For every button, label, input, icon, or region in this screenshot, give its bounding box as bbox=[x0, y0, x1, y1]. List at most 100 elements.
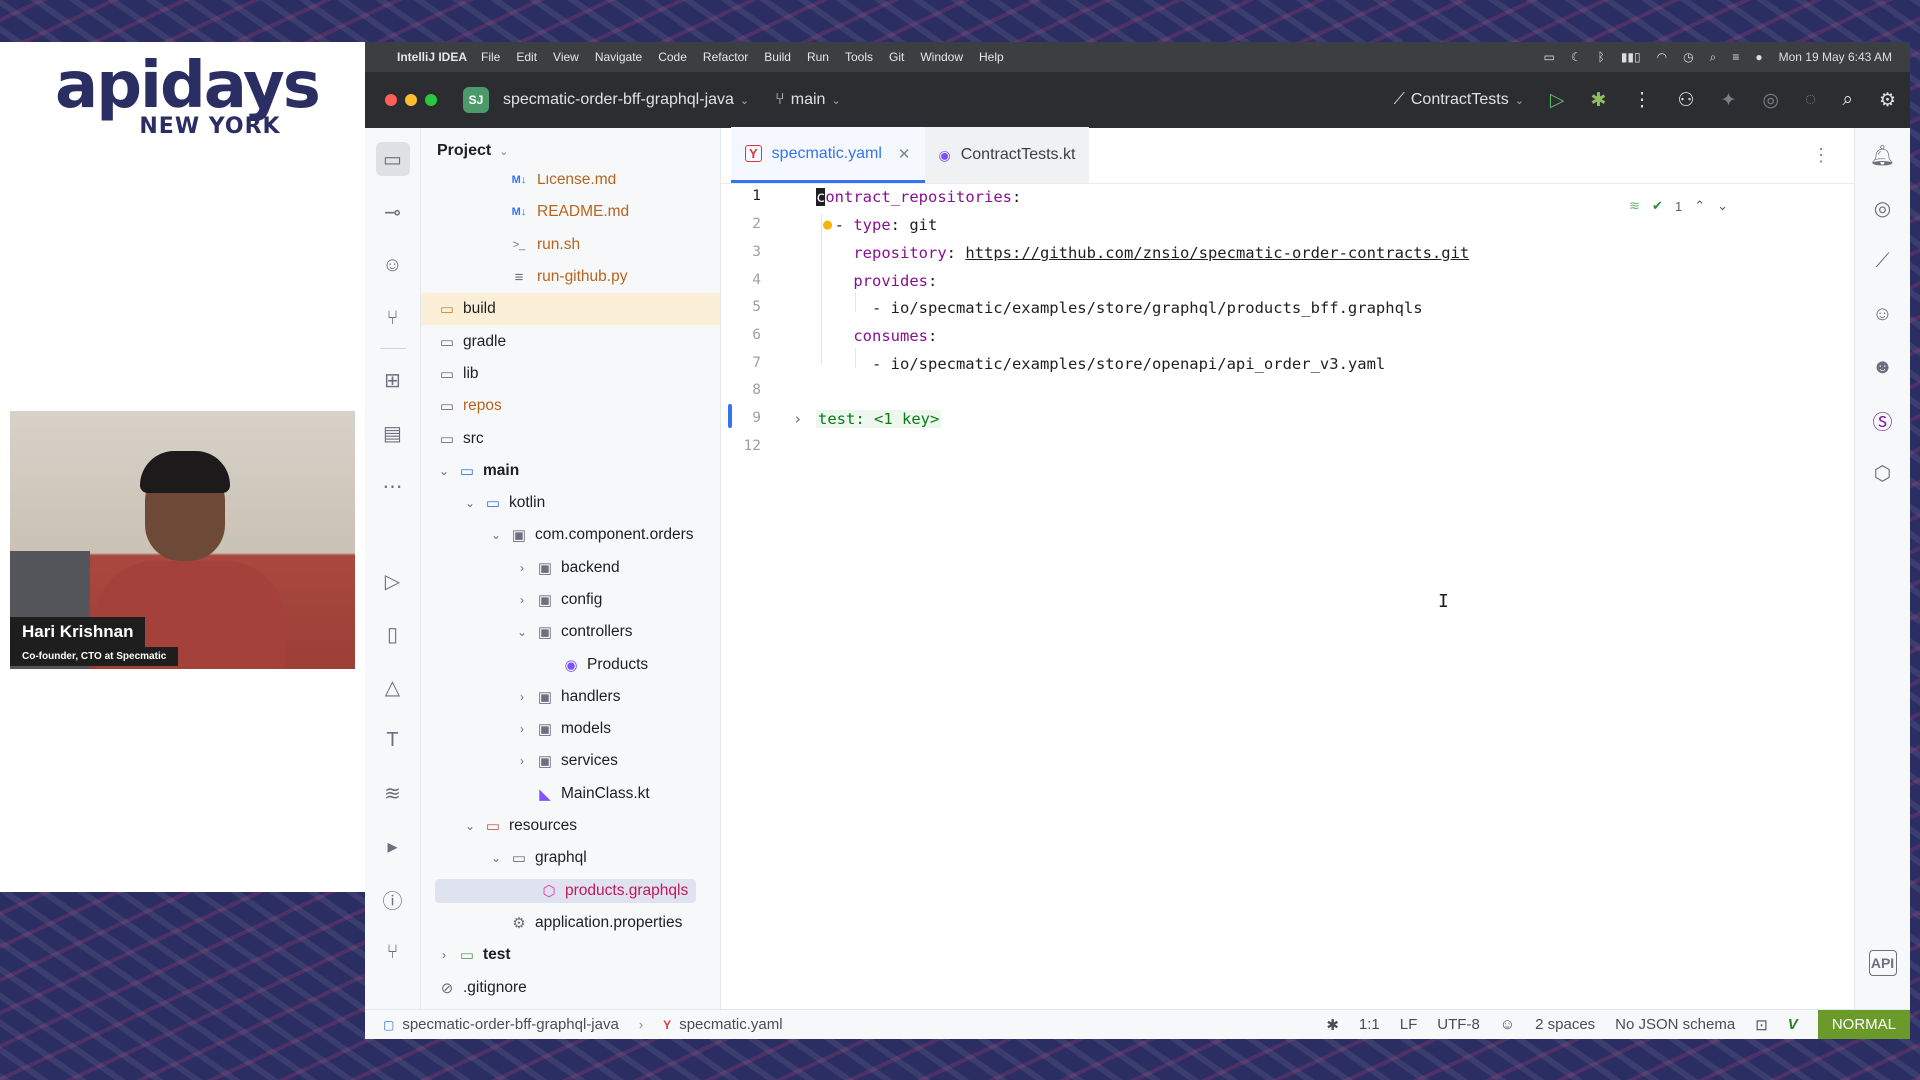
tree-item-services[interactable]: › ▣ services bbox=[421, 745, 720, 777]
bluetooth-icon[interactable]: ᛒ bbox=[1598, 50, 1605, 64]
search-icon[interactable]: ⌕ bbox=[1842, 89, 1853, 111]
tree-item-src[interactable]: ▭ src bbox=[421, 422, 720, 454]
menu-run[interactable]: Run bbox=[807, 50, 829, 64]
tree-item-mainclass[interactable]: ◣ MainClass.kt bbox=[421, 778, 720, 810]
ai-chat-icon[interactable]: ☺ bbox=[376, 248, 410, 282]
tree-item-application-properties[interactable]: ⚙ application.properties bbox=[421, 907, 720, 939]
breadcrumb-project[interactable]: specmatic-order-bff-graphql-java bbox=[402, 1016, 618, 1033]
chevron-right-icon[interactable]: › bbox=[513, 593, 531, 607]
chevron-down-icon[interactable]: ⌄ bbox=[435, 464, 453, 478]
build-hammer-icon[interactable]: T bbox=[376, 723, 410, 757]
chevron-down-icon[interactable]: ⌄ bbox=[513, 625, 531, 639]
tree-item-products-graphqls[interactable]: ⬡ products.graphqls bbox=[421, 875, 720, 907]
specmatic-icon[interactable]: Ⓢ bbox=[1866, 403, 1900, 437]
tree-item-test[interactable]: › ▭ test bbox=[421, 939, 720, 971]
menu-refactor[interactable]: Refactor bbox=[703, 50, 748, 64]
problems-icon[interactable]: ⓘ bbox=[376, 882, 410, 916]
project-folder-icon[interactable]: ▭ bbox=[375, 142, 410, 176]
close-tab-icon[interactable]: ✕ bbox=[898, 145, 911, 163]
project-panel-header[interactable]: Project ⌄ bbox=[421, 128, 720, 174]
copilot-chat-icon[interactable]: ☻ bbox=[1866, 350, 1900, 384]
copilot-icon[interactable]: ☺ bbox=[1866, 297, 1900, 331]
ai-completion-icon[interactable]: ≋ bbox=[1629, 198, 1640, 214]
tab-specmatic-yaml[interactable]: Y specmatic.yaml ✕ bbox=[731, 127, 925, 183]
chevron-right-icon[interactable]: › bbox=[513, 722, 531, 736]
tree-item-run-github[interactable]: ≡ run-github.py bbox=[421, 261, 720, 293]
chevron-down-icon[interactable]: ⌄ bbox=[461, 496, 479, 510]
tree-item-backend[interactable]: › ▣ backend bbox=[421, 552, 720, 584]
tree-item-readme[interactable]: M↓ README.md bbox=[421, 196, 720, 228]
menu-git[interactable]: Git bbox=[889, 50, 904, 64]
spotlight-search-icon[interactable]: ⌕ bbox=[1710, 50, 1717, 65]
git-icon[interactable]: ⑂ bbox=[376, 935, 410, 969]
tab-options-icon[interactable]: ⋮ bbox=[1812, 145, 1830, 166]
vim-mode-badge[interactable]: NORMAL bbox=[1817, 1009, 1910, 1039]
debug-icon[interactable]: ✱ bbox=[1591, 89, 1607, 112]
minimize-window-button[interactable] bbox=[405, 94, 417, 106]
endpoints-icon[interactable]: ≋ bbox=[376, 776, 410, 810]
tree-item-gitignore[interactable]: ⊘ .gitignore bbox=[421, 971, 720, 1003]
tree-item-repos[interactable]: ▭ repos bbox=[421, 390, 720, 422]
run-config-selector[interactable]: ⟋ ContractTests ⌄ bbox=[1394, 91, 1524, 109]
caret-position[interactable]: 1:1 bbox=[1359, 1016, 1380, 1033]
vim-icon[interactable]: V bbox=[1788, 1016, 1798, 1033]
settings-gear-icon[interactable]: ⚙ bbox=[1879, 89, 1896, 112]
services-icon[interactable]: ▷ bbox=[376, 564, 410, 598]
wifi-icon[interactable]: ◠ bbox=[1657, 50, 1667, 64]
add-user-icon[interactable]: ⚇ bbox=[1677, 89, 1694, 112]
repository-url-link[interactable]: https://github.com/znsio/specmatic-order… bbox=[965, 244, 1469, 262]
moon-icon[interactable]: ☾ bbox=[1571, 50, 1582, 64]
tree-item-resources[interactable]: ⌄ ▭ resources bbox=[421, 810, 720, 842]
graphql-tool-icon[interactable]: △ bbox=[376, 670, 410, 704]
gradle-icon[interactable]: ⟋ bbox=[1866, 244, 1900, 278]
more-actions-icon[interactable]: ⋮ bbox=[1632, 89, 1651, 112]
indent-setting[interactable]: 2 spaces bbox=[1535, 1016, 1595, 1033]
folded-region[interactable]: test: <1 key> bbox=[816, 410, 942, 428]
tree-item-main[interactable]: ⌄ ▭ main bbox=[421, 455, 720, 487]
tree-item-graphql[interactable]: ⌄ ▭ graphql bbox=[421, 842, 720, 874]
commit-icon[interactable]: ⊸ bbox=[376, 195, 410, 229]
menu-tools[interactable]: Tools bbox=[845, 50, 873, 64]
tree-item-build[interactable]: ▭ build bbox=[421, 293, 720, 326]
breadcrumb-file[interactable]: specmatic.yaml bbox=[679, 1016, 782, 1033]
chevron-right-icon[interactable]: › bbox=[513, 690, 531, 704]
branch-switcher[interactable]: ⑂ main ⌄ bbox=[775, 91, 841, 109]
tree-item-handlers[interactable]: › ▣ handlers bbox=[421, 681, 720, 713]
chevron-down-icon[interactable]: ⌄ bbox=[461, 819, 479, 833]
tree-item-config[interactable]: › ▣ config bbox=[421, 584, 720, 616]
api-icon[interactable]: API bbox=[1868, 950, 1897, 976]
file-encoding[interactable]: UTF-8 bbox=[1437, 1016, 1480, 1033]
pull-requests-icon[interactable]: ⑂ bbox=[376, 301, 410, 335]
run-icon[interactable]: ▷ bbox=[1550, 89, 1565, 112]
copilot-status-icon[interactable]: ☺ bbox=[1500, 1016, 1515, 1033]
structure-icon[interactable]: ⊞ bbox=[376, 363, 410, 397]
json-schema-selector[interactable]: No JSON schema bbox=[1615, 1016, 1735, 1033]
siri-icon[interactable]: ● bbox=[1755, 50, 1762, 64]
terminal-icon[interactable]: ▸ bbox=[376, 829, 410, 863]
battery-icon[interactable]: ▮▮▯ bbox=[1621, 50, 1641, 64]
chevron-right-icon[interactable]: › bbox=[513, 561, 531, 575]
tree-item-com-component-orders[interactable]: ⌄ ▣ com.component.orders bbox=[421, 519, 720, 551]
project-switcher[interactable]: SJ specmatic-order-bff-graphql-java ⌄ bbox=[463, 87, 749, 113]
menu-window[interactable]: Window bbox=[920, 50, 963, 64]
tree-item-products[interactable]: ◉ Products bbox=[421, 648, 720, 680]
tab-contracttests-kt[interactable]: ◉ ContractTests.kt bbox=[924, 127, 1090, 183]
chevron-down-icon[interactable]: ⌄ bbox=[1717, 198, 1728, 214]
menu-edit[interactable]: Edit bbox=[516, 50, 537, 64]
more-tools-icon[interactable]: ⋯ bbox=[376, 469, 410, 503]
zoom-window-button[interactable] bbox=[425, 94, 437, 106]
tree-item-controllers[interactable]: ⌄ ▣ controllers bbox=[421, 616, 720, 648]
code-with-me-icon[interactable]: ◌ bbox=[1805, 89, 1816, 111]
control-center-icon[interactable]: ≡ bbox=[1732, 50, 1739, 64]
tree-item-models[interactable]: › ▣ models bbox=[421, 713, 720, 745]
line-ending[interactable]: LF bbox=[1400, 1016, 1418, 1033]
ai-assistant-icon[interactable]: ◎ bbox=[1866, 191, 1900, 225]
ai-assistant-icon[interactable]: ✦ bbox=[1721, 89, 1737, 112]
menu-navigate[interactable]: Navigate bbox=[595, 50, 642, 64]
close-window-button[interactable] bbox=[385, 94, 397, 106]
menu-help[interactable]: Help bbox=[979, 50, 1004, 64]
inspection-widget[interactable]: ≋ ✔ 1 ⌃ ⌄ bbox=[1629, 198, 1728, 214]
screen-mirroring-icon[interactable]: ▭ bbox=[1544, 50, 1555, 64]
menu-file[interactable]: File bbox=[481, 50, 500, 64]
code-area[interactable]: ≋ ✔ 1 ⌃ ⌄ 1 contract_repositories: 2 ● -… bbox=[721, 184, 1798, 1009]
